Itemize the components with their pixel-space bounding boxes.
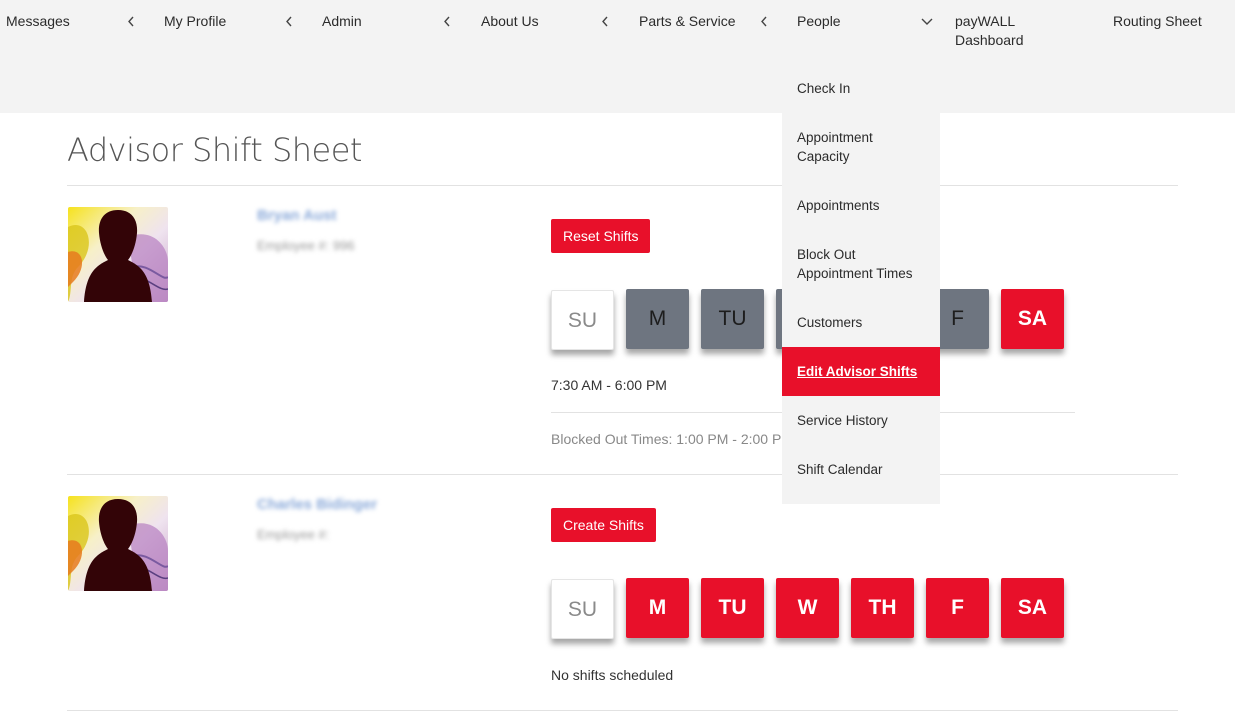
chevron-left-icon[interactable] (284, 12, 294, 31)
shift-hours: 7:30 AM - 6:00 PM (551, 377, 667, 393)
advisor-name-link[interactable]: Bryan Aust (257, 207, 336, 224)
employee-number: Employee #: 996 (257, 238, 355, 253)
blocked-out-times: Blocked Out Times: 1:00 PM - 2:00 PM (551, 431, 793, 447)
chevron-left-icon[interactable] (759, 12, 769, 31)
day-monday[interactable]: M (626, 578, 689, 638)
divider (67, 185, 1178, 186)
menu-item-shift-calendar[interactable]: Shift Calendar (782, 460, 940, 479)
nav-admin[interactable]: Admin (322, 12, 362, 31)
day-friday[interactable]: F (926, 578, 989, 638)
nav-routing-sheet[interactable]: Routing Sheet (1113, 12, 1202, 31)
reset-shifts-button[interactable]: Reset Shifts (551, 219, 651, 253)
employee-number: Employee #: (257, 527, 330, 542)
nav-messages[interactable]: Messages (6, 12, 70, 31)
nav-people[interactable]: People (797, 12, 841, 31)
page-title: Advisor Shift Sheet (67, 131, 362, 169)
avatar (68, 207, 168, 302)
day-sunday[interactable]: SU (551, 290, 614, 350)
create-shifts-button[interactable]: Create Shifts (551, 508, 656, 542)
day-tuesday[interactable]: TU (701, 289, 764, 349)
day-thursday[interactable]: TH (851, 578, 914, 638)
person-silhouette-icon (68, 207, 168, 302)
chevron-left-icon[interactable] (600, 12, 610, 31)
nav-paywall-dashboard[interactable]: payWALL Dashboard (955, 12, 1045, 50)
advisor-name-link[interactable]: Charles Bidinger (257, 496, 377, 513)
person-silhouette-icon (68, 496, 168, 591)
nav-parts-service[interactable]: Parts & Service (639, 12, 735, 31)
day-wednesday[interactable]: W (776, 578, 839, 638)
day-saturday[interactable]: SA (1001, 289, 1064, 349)
menu-item-block-out-appointment-times[interactable]: Block Out Appointment Times (782, 245, 940, 283)
nav-my-profile[interactable]: My Profile (164, 12, 226, 31)
menu-item-customers[interactable]: Customers (782, 313, 940, 332)
menu-item-appointment-capacity[interactable]: Appointment Capacity (782, 128, 940, 166)
day-sunday[interactable]: SU (551, 579, 614, 639)
chevron-left-icon[interactable] (442, 12, 452, 31)
top-nav: Messages My Profile Admin About Us Parts… (0, 0, 1235, 113)
chevron-left-icon[interactable] (126, 12, 136, 31)
day-saturday[interactable]: SA (1001, 578, 1064, 638)
divider (67, 710, 1178, 711)
avatar (68, 496, 168, 591)
menu-item-edit-advisor-shifts[interactable]: Edit Advisor Shifts (782, 347, 940, 396)
day-monday[interactable]: M (626, 289, 689, 349)
menu-item-appointments[interactable]: Appointments (782, 196, 940, 215)
people-dropdown-menu: Check In Appointment Capacity Appointmen… (782, 64, 940, 504)
no-shifts-status: No shifts scheduled (551, 667, 674, 683)
menu-item-service-history[interactable]: Service History (782, 411, 940, 430)
nav-about-us[interactable]: About Us (481, 12, 539, 31)
chevron-down-icon[interactable] (920, 12, 934, 31)
divider (67, 474, 1178, 475)
menu-item-check-in[interactable]: Check In (782, 79, 940, 98)
day-tuesday[interactable]: TU (701, 578, 764, 638)
